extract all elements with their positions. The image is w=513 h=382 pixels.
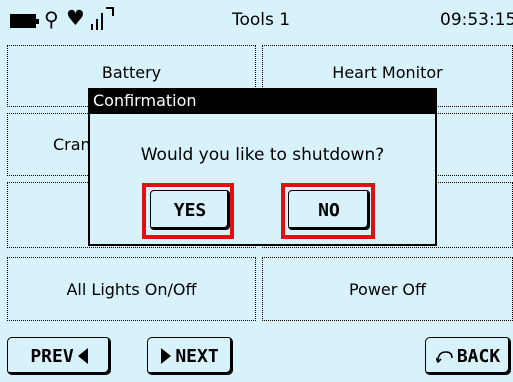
tile-battery-label: Battery: [101, 62, 162, 82]
tile-heart-monitor-label: Heart Monitor: [332, 62, 443, 82]
battery-icon: [10, 14, 39, 28]
tile-crank-label: Cran: [53, 135, 91, 154]
triangle-left-icon: [77, 348, 88, 364]
prev-label: PREV: [30, 345, 74, 367]
dialog-title: Confirmation: [90, 90, 435, 114]
dialog-message: Would you like to shutdown?: [140, 145, 385, 165]
triangle-right-icon: [161, 348, 172, 364]
tile-all-lights-label: All Lights On/Off: [66, 279, 197, 299]
status-bar: ⚲ ♥ Tools 1 09:53:15: [0, 0, 513, 38]
heart-icon: ♥: [66, 6, 85, 30]
no-highlight-box: [281, 183, 375, 239]
back-label: BACK: [456, 345, 501, 367]
back-button[interactable]: BACK: [425, 337, 511, 375]
signal-icon: [91, 7, 114, 30]
confirmation-dialog: Confirmation Would you like to shutdown?…: [88, 88, 437, 246]
tile-power-off-label: Power Off: [348, 279, 427, 299]
tile-power-off[interactable]: Power Off: [262, 257, 513, 321]
back-arrow-icon: [435, 351, 453, 363]
screen-title: Tools 1: [232, 10, 291, 30]
prev-button[interactable]: PREV: [7, 337, 111, 375]
clock: 09:53:15: [440, 10, 513, 30]
next-button[interactable]: NEXT: [147, 337, 233, 375]
tile-all-lights[interactable]: All Lights On/Off: [7, 257, 256, 321]
next-label: NEXT: [175, 345, 219, 367]
bulb-icon: ⚲: [44, 7, 59, 31]
yes-highlight-box: [142, 183, 234, 239]
